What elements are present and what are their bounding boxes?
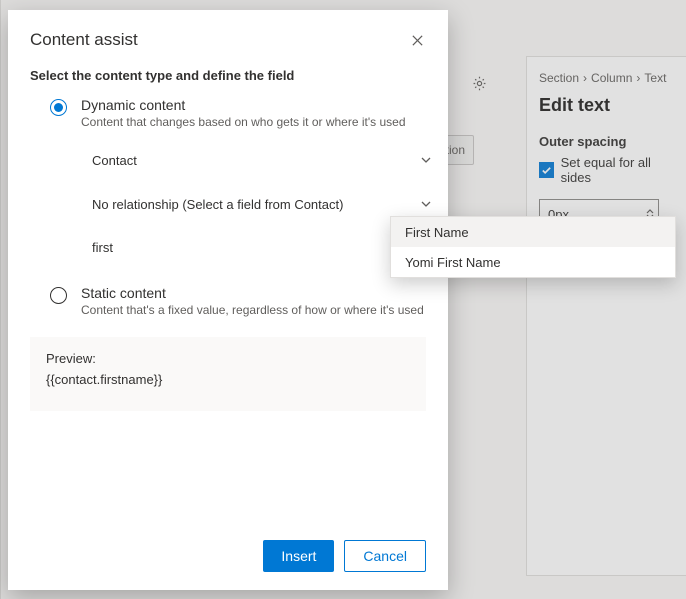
dynamic-desc: Content that changes based on who gets i… — [81, 115, 406, 129]
cancel-button-label: Cancel — [363, 548, 407, 564]
chevron-down-icon — [420, 198, 432, 210]
entity-dropdown-value: Contact — [92, 153, 137, 168]
suggestion-item[interactable]: First Name — [391, 217, 675, 247]
suggestion-item[interactable]: Yomi First Name — [391, 247, 675, 277]
close-icon[interactable] — [408, 31, 426, 49]
dynamic-content-option[interactable]: Dynamic content Content that changes bas… — [50, 97, 426, 129]
relationship-dropdown-value: No relationship (Select a field from Con… — [92, 197, 343, 212]
insert-button[interactable]: Insert — [263, 540, 334, 572]
suggestion-flyout: First Name Yomi First Name — [390, 216, 676, 278]
static-desc: Content that's a fixed value, regardless… — [81, 303, 424, 317]
dialog-title: Content assist — [30, 30, 138, 50]
dialog-instruction: Select the content type and define the f… — [30, 68, 426, 83]
entity-dropdown[interactable]: Contact — [82, 143, 442, 177]
field-search-value: first — [92, 240, 113, 255]
static-content-option[interactable]: Static content Content that's a fixed va… — [50, 285, 426, 317]
preview-label: Preview: — [46, 351, 410, 366]
relationship-dropdown[interactable]: No relationship (Select a field from Con… — [82, 187, 442, 221]
insert-button-label: Insert — [281, 548, 316, 564]
static-title: Static content — [81, 285, 424, 301]
field-search-input[interactable]: first — [82, 231, 442, 263]
preview-box: Preview: {{contact.firstname}} — [30, 337, 426, 411]
content-assist-dialog: Content assist Select the content type a… — [8, 10, 448, 590]
suggestion-label: First Name — [405, 225, 469, 240]
dynamic-title: Dynamic content — [81, 97, 406, 113]
cancel-button[interactable]: Cancel — [344, 540, 426, 572]
radio-unselected-icon[interactable] — [50, 287, 67, 304]
radio-selected-icon[interactable] — [50, 99, 67, 116]
chevron-down-icon — [420, 154, 432, 166]
suggestion-label: Yomi First Name — [405, 255, 501, 270]
preview-value: {{contact.firstname}} — [46, 372, 410, 387]
